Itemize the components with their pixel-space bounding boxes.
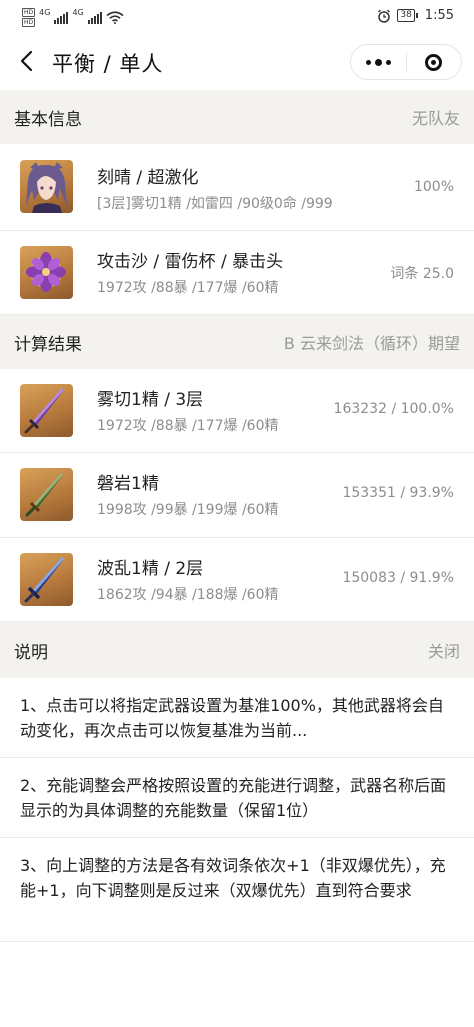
character-percent: 100% [413,179,454,195]
artifact-stats: 1972攻 /88暴 /177爆 /60精 [97,280,279,296]
calc-mode-selector[interactable]: B 云来剑法（循环）期望 [284,330,460,354]
notes-header: 说明 关闭 [0,622,474,678]
weapon-thumb [20,384,73,437]
hd-badge: HD [22,8,36,17]
artifact-title: 攻击沙 / 雷伤杯 / 暴击头 [97,252,284,272]
note-item: 1、点击可以将指定武器设置为基准100%，其他武器将会自动变化，再次点击可以恢复… [0,678,474,758]
sword-icon [24,557,64,603]
weapon-title: 波乱1精 / 2层 [97,559,204,579]
weapon-thumb [20,553,73,606]
sword-icon [25,473,63,517]
weapon-result: 163232 / 100.0% [333,401,454,417]
note-text: 1、点击可以将指定武器设置为基准100%，其他武器将会自动变化，再次点击可以恢复… [20,696,444,740]
target-close-icon [425,53,443,71]
weapon-title: 磐岩1精 [97,474,159,494]
character-title: 刻晴 / 超激化 [97,168,199,188]
sword-icon [24,388,64,434]
status-bar: HD HD 4G 4G 38 1:55 [0,0,474,34]
weapon-stats: 1862攻 /94暴 /188爆 /60精 [97,587,279,603]
section-title: 计算结果 [14,334,82,355]
section-title: 说明 [14,642,48,663]
page-title: 平衡 / 单人 [52,52,164,76]
capsule-menu [350,44,462,80]
wifi-icon [106,11,124,24]
more-dots-icon [365,58,391,66]
note-text: 3、向上调整的方法是各有效词条依次+1（非双爆优先），充能+1，向下调整则是反过… [20,856,446,900]
nav-bar: 平衡 / 单人 [0,34,474,90]
weapon-row[interactable]: 波乱1精 / 2层 1862攻 /94暴 /188爆 /60精 150083 /… [0,538,474,622]
clock: 1:55 [424,8,454,23]
alarm-icon [378,9,391,23]
weapon-result: 153351 / 93.9% [342,485,454,501]
close-miniapp-button[interactable] [407,45,462,79]
network-type: 4G [39,8,51,17]
weapon-row[interactable]: 磐岩1精 1998攻 /99暴 /199爆 /60精 153351 / 93.9… [0,453,474,538]
network-type: 4G [72,8,84,17]
weapon-stats: 1998攻 /99暴 /199爆 /60精 [97,502,279,518]
character-row[interactable]: 刻晴 / 超激化 [3层]雾切1精 /如雷四 /90级0命 /999 100% [0,144,474,231]
status-right: 38 1:55 [377,8,454,23]
artifact-thumb [20,246,73,299]
character-portrait-icon [26,162,67,213]
hd-badge: HD [22,18,36,27]
artifact-substat-score: 词条 25.0 [390,266,454,282]
more-button[interactable] [351,45,406,79]
weapon-result: 150083 / 91.9% [342,570,454,586]
weapon-title: 雾切1精 / 3层 [97,390,204,410]
notes-close-button[interactable]: 关闭 [428,638,460,662]
weapon-row[interactable]: 雾切1精 / 3层 1972攻 /88暴 /177爆 /60精 163232 /… [0,369,474,453]
signal-icon [87,11,102,24]
character-details: [3层]雾切1精 /如雷四 /90级0命 /999 [97,196,333,212]
artifact-flower-icon [26,252,66,292]
character-avatar [20,160,73,213]
back-button[interactable] [14,46,38,76]
weapon-thumb [20,468,73,521]
note-text: 2、充能调整会严格按照设置的充能进行调整，武器名称后面显示的为具体调整的充能数量… [20,776,447,820]
basic-info-header: 基本信息 无队友 [0,90,474,144]
results-header: 计算结果 B 云来剑法（循环）期望 [0,315,474,369]
note-item: 3、向上调整的方法是各有效词条依次+1（非双爆优先），充能+1，向下调整则是反过… [0,838,474,942]
back-arrow-icon [20,50,33,72]
signal-icon [54,11,69,24]
status-left: HD HD 4G 4G [22,8,124,27]
note-item: 2、充能调整会严格按照设置的充能进行调整，武器名称后面显示的为具体调整的充能数量… [0,758,474,838]
section-title: 基本信息 [14,109,82,130]
battery-icon: 38 [397,9,419,22]
artifact-row[interactable]: 攻击沙 / 雷伤杯 / 暴击头 1972攻 /88暴 /177爆 /60精 词条… [0,231,474,315]
hd-badges: HD HD [22,8,36,27]
weapon-stats: 1972攻 /88暴 /177爆 /60精 [97,418,279,434]
team-status[interactable]: 无队友 [412,105,460,129]
